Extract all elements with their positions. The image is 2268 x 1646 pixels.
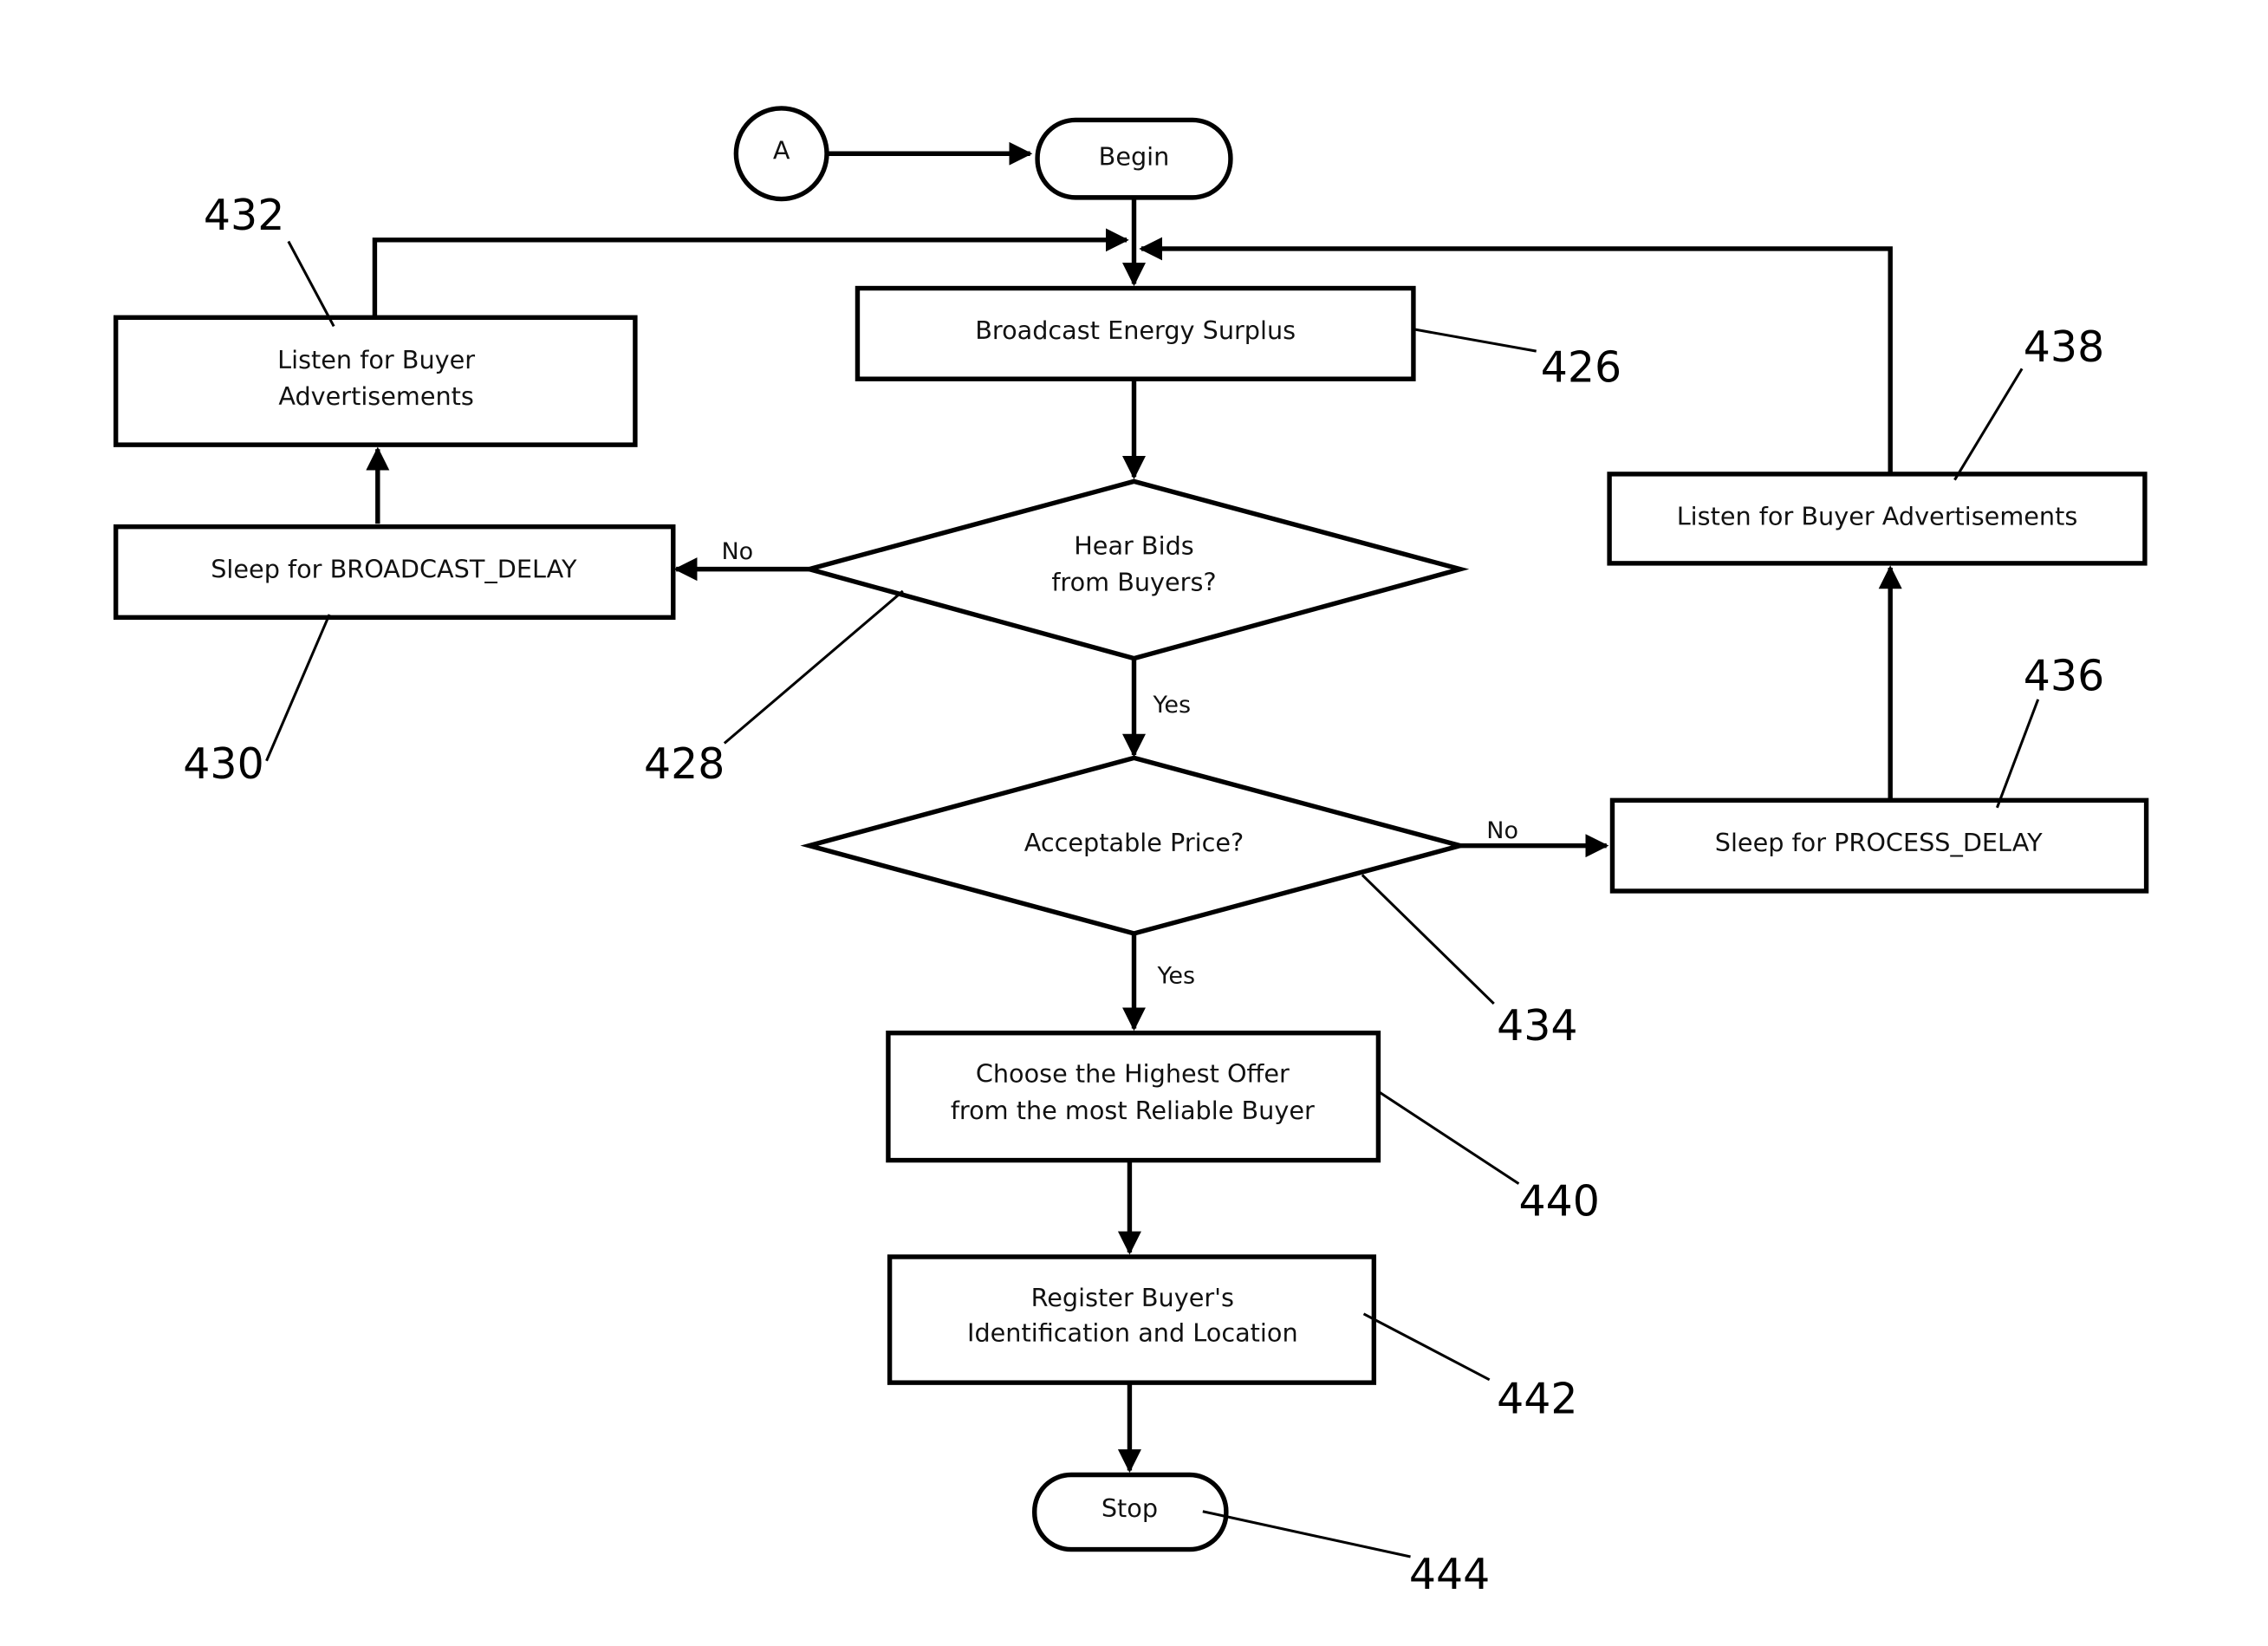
choose-offer-line-1: Choose the Highest Offer [976, 1059, 1290, 1089]
choose-offer-box: Choose the Highest Offer from the most R… [886, 1031, 1381, 1163]
sleep-process-delay-box: Sleep for PROCESS_DELAY [1609, 797, 2149, 894]
leader-440 [1377, 1090, 1520, 1185]
listen-left-line-2: Advertisements [278, 381, 474, 411]
leader-436 [1995, 699, 2040, 809]
listen-buyer-ads-right-box: Listen for Buyer Advertisements [1607, 472, 2148, 566]
ref-436: 436 [2024, 652, 2104, 701]
begin-terminal: Begin [1035, 117, 1233, 200]
sleep-broadcast-label: Sleep for BROADCAST_DELAY [211, 554, 577, 583]
listen-right-label: Listen for Buyer Advertisements [1677, 502, 2078, 531]
connector-a: A [733, 106, 829, 202]
price-yes-label: Yes [1157, 962, 1196, 989]
leader-442 [1362, 1312, 1491, 1382]
listen-buyer-ads-left-box: Listen for Buyer Advertisements [113, 315, 638, 447]
register-line-1: Register Buyer's [1031, 1283, 1234, 1312]
acceptable-price-label: Acceptable Price? [1024, 828, 1244, 857]
flowchart: No Yes No Yes A Begin Broadcast Energy S… [113, 106, 2149, 1599]
leader-426 [1413, 328, 1537, 353]
broadcast-energy-surplus-box: Broadcast Energy Surplus [855, 285, 1416, 381]
listen-left-line-1: Listen for Buyer [277, 345, 475, 374]
ref-434: 434 [1497, 1001, 1577, 1051]
hear-bids-decision: Hear Bids from Buyers? [800, 478, 1470, 661]
leader-434 [1361, 874, 1495, 1005]
leader-444 [1202, 1510, 1411, 1558]
ref-442: 442 [1497, 1375, 1577, 1424]
leader-432 [287, 240, 335, 328]
hear-bids-no-label: No [721, 538, 753, 565]
sleep-broadcast-delay-box: Sleep for BROADCAST_DELAY [113, 524, 676, 621]
acceptable-price-decision: Acceptable Price? [800, 755, 1470, 936]
connector-a-label: A [773, 136, 790, 166]
hear-bids-yes-label: Yes [1152, 692, 1191, 719]
leader-428 [723, 589, 904, 745]
hear-bids-line-2: from Buyers? [1051, 568, 1216, 597]
ref-432: 432 [204, 191, 284, 240]
ref-440: 440 [1518, 1177, 1599, 1226]
begin-label: Begin [1099, 141, 1170, 171]
leader-438 [1953, 368, 2024, 481]
stop-label: Stop [1102, 1493, 1158, 1523]
ref-426: 426 [1541, 343, 1621, 393]
ref-438: 438 [2024, 322, 2104, 372]
price-no-label: No [1486, 817, 1518, 844]
register-line-2: Identification and Location [967, 1317, 1298, 1347]
ref-444: 444 [1409, 1550, 1490, 1599]
broadcast-label: Broadcast Energy Surplus [975, 316, 1296, 345]
hear-bids-line-1: Hear Bids [1074, 530, 1194, 560]
choose-offer-line-2: from the most Reliable Buyer [951, 1096, 1315, 1125]
register-buyer-box: Register Buyer's Identification and Loca… [887, 1254, 1377, 1385]
ref-430: 430 [183, 739, 263, 789]
sleep-process-label: Sleep for PROCESS_DELAY [1715, 828, 2043, 857]
leader-430 [265, 614, 331, 762]
stop-terminal: Stop [1032, 1472, 1229, 1552]
ref-428: 428 [644, 739, 725, 789]
